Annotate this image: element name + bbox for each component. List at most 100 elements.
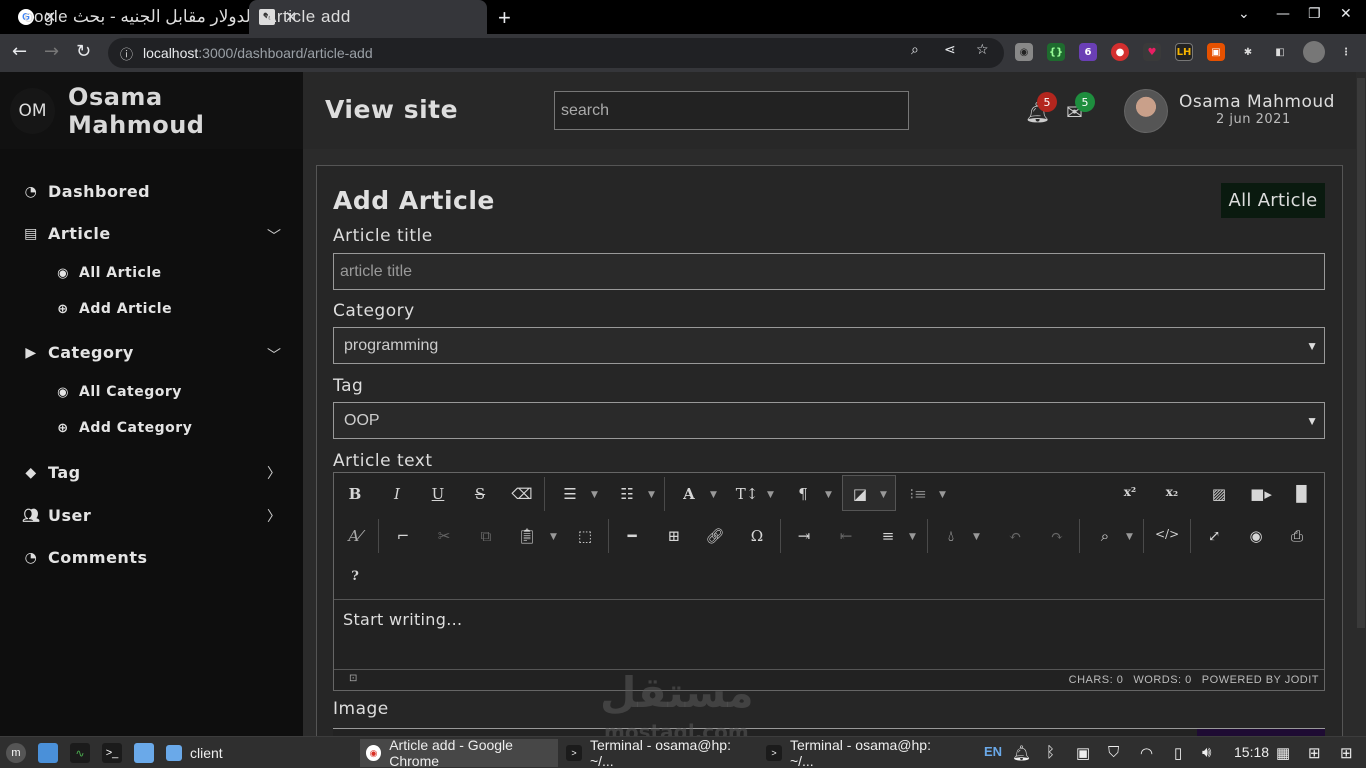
select-all-icon[interactable]: ⬚	[573, 527, 597, 545]
scrollbar-thumb[interactable]	[1357, 78, 1365, 628]
sidebar-item-comments[interactable]: ◔ Comments	[22, 548, 148, 567]
search-replace-icon[interactable]: ⌕	[1093, 527, 1117, 545]
show-desktop-icon[interactable]	[38, 743, 58, 763]
preview-eye-icon[interactable]: ◉	[1244, 527, 1268, 545]
bold-icon[interactable]: B	[343, 485, 367, 503]
chevron-down-icon[interactable]: ﹀	[267, 226, 281, 246]
share-icon[interactable]: ⋖	[944, 42, 956, 58]
volume-icon[interactable]: 🔊︎	[1202, 744, 1211, 761]
horizontal-rule-icon[interactable]: ━	[620, 527, 644, 545]
battery-icon[interactable]: ▯	[1174, 744, 1182, 762]
sidebar-item-article[interactable]: ▤ Article	[22, 224, 111, 243]
system-monitor-icon[interactable]: ∿	[70, 743, 90, 763]
sidebar-item-all-article[interactable]: ◉ All Article	[55, 265, 162, 281]
shield-icon[interactable]: ⛉	[1108, 744, 1119, 761]
font-size-icon[interactable]: T↕	[735, 485, 759, 503]
video-icon[interactable]: ■▸	[1249, 485, 1273, 503]
bookmark-star-icon[interactable]: ☆	[976, 42, 989, 58]
keyboard-layout[interactable]: EN	[984, 744, 1002, 759]
special-character-icon[interactable]: Ω	[745, 527, 769, 545]
numbered-list-icon[interactable]: ☷	[615, 485, 639, 503]
taskbar-task-chrome[interactable]: ◉ Article add - Google Chrome	[360, 737, 558, 768]
taskbar-task-terminal-2[interactable]: > Terminal - osama@hp: ~/...	[760, 737, 958, 768]
subscript-icon[interactable]: x₂	[1160, 485, 1184, 499]
sidebar-item-dashboard[interactable]: ◔ Dashbored	[22, 182, 150, 201]
editor-content-area[interactable]: Start writing...	[334, 599, 1324, 669]
chevron-down-icon[interactable]: ▼	[880, 490, 887, 500]
browser-menu-icon[interactable]: ⋮	[1337, 43, 1355, 61]
reload-icon[interactable]: ↻	[76, 41, 91, 62]
chevron-down-icon[interactable]: ▼	[825, 490, 832, 500]
workspace-icon[interactable]: ⊞	[1340, 744, 1353, 762]
paragraph-icon[interactable]: ¶	[791, 485, 815, 503]
sidebar-item-category[interactable]: ▶ Category	[22, 343, 134, 362]
apps-grid-icon[interactable]: ⊞	[1308, 744, 1321, 762]
chevron-right-icon[interactable]: 〉	[267, 463, 281, 483]
indent-icon[interactable]: ⇥	[792, 527, 816, 545]
bullet-list-icon[interactable]: ☰	[558, 485, 582, 503]
sidebar-item-all-category[interactable]: ◉ All Category	[55, 384, 182, 400]
chevron-down-icon[interactable]: ▼	[648, 490, 655, 500]
terminal-icon[interactable]: >_	[102, 743, 122, 763]
extensions-puzzle-icon[interactable]: ✱	[1239, 43, 1257, 61]
profile-avatar-icon[interactable]	[1303, 41, 1325, 63]
italic-icon[interactable]: I	[385, 485, 409, 503]
bluetooth-icon[interactable]: ᛒ	[1046, 744, 1055, 761]
browser-tab-google-search[interactable]: G الدولار مقابل الجنيه - بحث oogle ✕	[8, 0, 255, 34]
sidebar-item-add-category[interactable]: ⊕ Add Category	[55, 420, 192, 436]
table-icon[interactable]: ⊞	[662, 527, 686, 545]
addon-extension-icon[interactable]: ▣	[1207, 43, 1225, 61]
new-tab-button[interactable]: +	[498, 5, 511, 31]
chevron-down-icon[interactable]: ▼	[710, 490, 717, 500]
all-article-button[interactable]: All Article	[1221, 183, 1325, 218]
tag-select[interactable]: OOP ▼	[333, 402, 1325, 439]
taskbar-task-terminal-1[interactable]: > Terminal - osama@hp: ~/...	[560, 737, 758, 768]
camera-extension-icon[interactable]: ◉	[1015, 43, 1033, 61]
mint-menu-icon[interactable]: m	[6, 743, 26, 763]
chevron-down-icon[interactable]: ▼	[550, 532, 557, 542]
minimize-icon[interactable]: —	[1276, 6, 1290, 22]
cut-icon[interactable]: ✂	[432, 527, 456, 545]
browser-tab-article-add[interactable]: ✎ Article add ✕	[249, 0, 487, 34]
link-icon[interactable]: 🔗︎	[703, 527, 727, 545]
taskbar-task-client[interactable]: client	[160, 739, 358, 767]
align-icon[interactable]: ≡	[876, 527, 900, 545]
chevron-down-icon[interactable]: ▼	[1126, 532, 1133, 542]
category-select[interactable]: programming ▼	[333, 327, 1325, 364]
resize-handle-icon[interactable]: ⊡	[349, 673, 358, 684]
spellcheck-icon[interactable]: A⁄	[343, 527, 367, 545]
extension-badge-icon[interactable]: 6	[1079, 43, 1097, 61]
page-scrollbar[interactable]	[1356, 72, 1366, 736]
superscript-icon[interactable]: x²	[1118, 485, 1142, 499]
address-bar[interactable]: ⓘ localhost:3000/dashboard/article-add	[108, 38, 1004, 68]
line-height-icon[interactable]: ⁝≡	[906, 485, 930, 503]
eraser-icon[interactable]: ⌫	[510, 485, 534, 503]
color-drop-icon[interactable]: 💧︎	[939, 527, 963, 545]
site-info-icon[interactable]: ⓘ	[120, 44, 133, 63]
article-title-input[interactable]: article title	[333, 253, 1325, 290]
powered-by-link[interactable]: POWERED BY JODIT	[1202, 674, 1319, 686]
clock[interactable]: 15:18	[1234, 744, 1269, 760]
chevron-down-icon[interactable]: ▼	[939, 490, 946, 500]
files-icon[interactable]	[134, 743, 154, 763]
maximize-icon[interactable]: ❐	[1308, 6, 1321, 22]
redo-icon[interactable]: ↷	[1045, 527, 1069, 545]
outdent-icon[interactable]: ⇤	[834, 527, 858, 545]
sidebar-item-user[interactable]: 👥︎ User	[22, 506, 91, 525]
chevron-right-icon[interactable]: 〉	[267, 506, 281, 526]
lighthouse-extension-icon[interactable]: LH	[1175, 43, 1193, 61]
json-extension-icon[interactable]: {}	[1047, 43, 1065, 61]
sidebar-item-tag[interactable]: ◆ Tag	[22, 463, 81, 482]
copy-icon[interactable]: ⧉	[474, 527, 498, 545]
format-painter-icon[interactable]: ⌐	[391, 527, 415, 545]
forward-icon[interactable]: →	[44, 41, 59, 62]
chevron-down-icon[interactable]: ▼	[767, 490, 774, 500]
image-icon[interactable]: ▨	[1207, 485, 1231, 503]
calendar-icon[interactable]: ▦	[1276, 744, 1290, 762]
chevron-down-icon[interactable]: ﹀	[267, 345, 281, 365]
help-icon[interactable]: ?	[343, 569, 367, 584]
wifi-icon[interactable]: ◠	[1140, 744, 1153, 762]
fullscreen-icon[interactable]: ⤢	[1202, 527, 1226, 545]
side-panel-icon[interactable]: ◧	[1271, 43, 1289, 61]
clipboard-icon[interactable]: ▣	[1076, 744, 1090, 762]
